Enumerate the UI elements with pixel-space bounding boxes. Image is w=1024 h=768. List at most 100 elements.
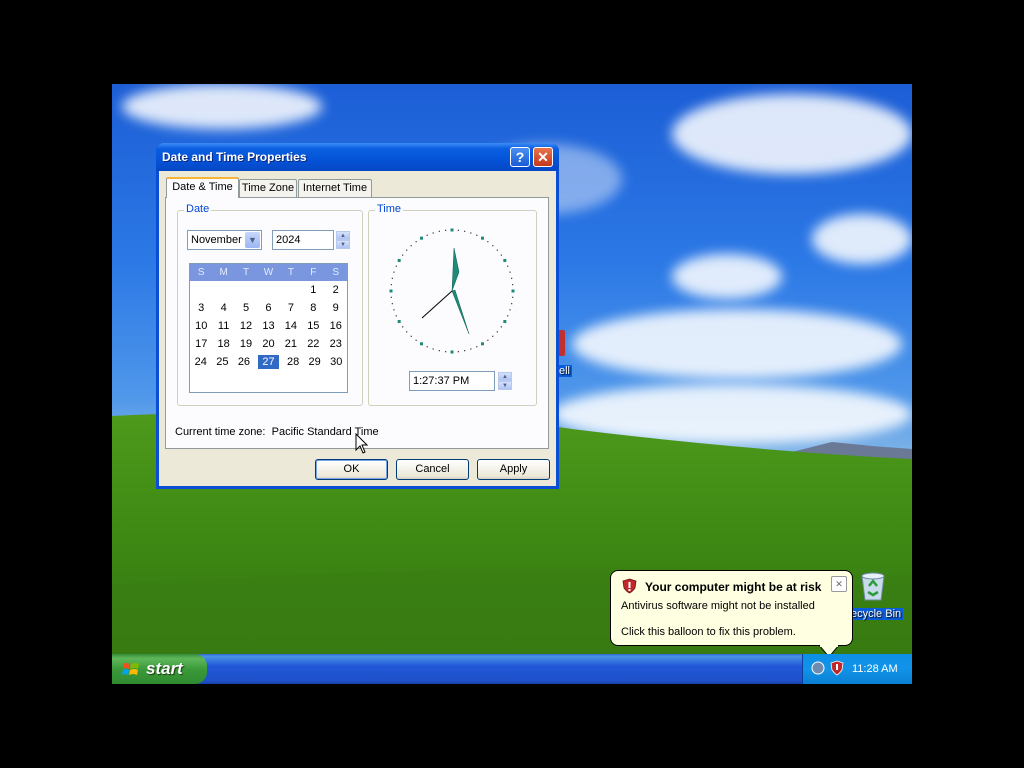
weekday-header: S (197, 267, 205, 278)
clock-minute-tick (445, 229, 447, 231)
desktop: ell ecycle Bin Date and Time Properties … (112, 84, 912, 684)
calendar-day[interactable]: 5 (235, 299, 257, 317)
calendar-day[interactable]: 8 (302, 299, 324, 317)
calendar[interactable]: SMTWTFS 1 2 3 4 5 6 7 8 9 10 11 12 13 14 15 16 17 18 19 20 2… (189, 263, 348, 393)
clock-minute-tick (438, 230, 440, 232)
calendar-day[interactable]: 9 (325, 299, 347, 317)
calendar-empty-cell (235, 281, 257, 299)
shield-warning-icon[interactable] (830, 660, 844, 676)
desktop-icon-label[interactable]: ell (557, 365, 573, 377)
calendar-day[interactable]: 17 (190, 335, 212, 353)
recycle-bin-label[interactable]: ecycle Bin (849, 608, 904, 620)
tab-time-zone[interactable]: Time Zone (239, 179, 297, 197)
calendar-day[interactable]: 18 (212, 335, 234, 353)
calendar-empty-cell (212, 281, 234, 299)
timezone-label: Current time zone: (175, 426, 266, 438)
calendar-day-selected[interactable]: 27 (257, 355, 280, 369)
calendar-week-row: 24 25 26 27 28 29 30 (190, 353, 347, 371)
balloon-title: Your computer might be at risk (645, 580, 822, 594)
recycle-bin-icon[interactable] (858, 570, 888, 602)
calendar-day[interactable]: 10 (190, 317, 212, 335)
cloud (572, 309, 902, 379)
clock-hour-tick (397, 320, 401, 323)
calendar-day[interactable]: 16 (325, 317, 347, 335)
clock-minute-tick (470, 348, 472, 350)
calendar-day[interactable]: 21 (280, 335, 302, 353)
calendar-day[interactable]: 15 (302, 317, 324, 335)
ok-button[interactable]: OK (315, 459, 388, 480)
calendar-day[interactable]: 2 (325, 281, 347, 299)
clock-hour-tick (503, 320, 507, 323)
system-tray: 11:28 AM (802, 654, 912, 684)
network-icon[interactable] (811, 661, 825, 675)
clock-minute-tick (512, 296, 514, 298)
time-spinner[interactable]: ▲ ▼ (498, 372, 512, 390)
tab-internet-time[interactable]: Internet Time (298, 179, 372, 197)
tab-date-time[interactable]: Date & Time (166, 177, 239, 198)
clock-minute-tick (470, 232, 472, 234)
calendar-day[interactable]: 4 (212, 299, 234, 317)
year-spinner[interactable]: ▲ ▼ (336, 231, 350, 249)
clock-minute-tick (512, 284, 514, 286)
start-label: start (146, 659, 183, 678)
taskbar-clock[interactable]: 11:28 AM (852, 663, 898, 675)
calendar-day[interactable]: 29 (304, 353, 326, 371)
start-button[interactable]: start (112, 654, 207, 684)
calendar-day[interactable]: 26 (233, 353, 255, 371)
security-balloon[interactable]: Your computer might be at risk ✕ Antivir… (610, 570, 853, 658)
chevron-down-icon[interactable]: ▼ (245, 232, 260, 248)
calendar-day[interactable]: 12 (235, 317, 257, 335)
clock-minute-tick (438, 350, 440, 352)
calendar-empty-cell (257, 281, 279, 299)
year-input[interactable]: 2024 (272, 230, 334, 250)
calendar-day[interactable]: 22 (302, 335, 324, 353)
clock-minute-tick (406, 331, 408, 333)
calendar-day[interactable]: 23 (325, 335, 347, 353)
clock-hour-tick (481, 236, 484, 240)
apply-button[interactable]: Apply (477, 459, 550, 480)
spin-up-icon[interactable]: ▲ (336, 231, 350, 240)
clock-minute-tick (395, 315, 397, 317)
help-button[interactable]: ? (510, 147, 530, 167)
clock-minute-tick (509, 271, 511, 273)
calendar-day[interactable]: 30 (325, 353, 347, 371)
time-value: 1:27:37 PM (413, 375, 470, 387)
close-button[interactable]: ✕ (533, 147, 553, 167)
spin-down-icon[interactable]: ▼ (498, 381, 512, 390)
month-dropdown[interactable]: November ▼ (187, 230, 262, 250)
time-input[interactable]: 1:27:37 PM (409, 371, 495, 391)
balloon-close-button[interactable]: ✕ (831, 576, 847, 592)
clock-minute-tick (511, 303, 513, 305)
clock-minute-tick (391, 303, 393, 305)
calendar-day[interactable]: 28 (282, 353, 304, 371)
calendar-day[interactable]: 20 (257, 335, 279, 353)
month-value: November (191, 234, 242, 246)
clock-hour-tick (450, 228, 454, 232)
clock-minute-tick (500, 326, 502, 328)
clock-minute-tick (393, 271, 395, 273)
spin-up-icon[interactable]: ▲ (498, 372, 512, 381)
clock-minute-tick (402, 326, 404, 328)
analog-clock (389, 228, 515, 354)
clock-minute-tick (492, 245, 494, 247)
clock-minute-tick (496, 331, 498, 333)
calendar-day[interactable]: 14 (280, 317, 302, 335)
calendar-day[interactable]: 13 (257, 317, 279, 335)
calendar-day[interactable]: 6 (257, 299, 279, 317)
spin-down-icon[interactable]: ▼ (336, 240, 350, 249)
cancel-button[interactable]: Cancel (396, 459, 469, 480)
calendar-day[interactable]: 7 (280, 299, 302, 317)
clock-minute-tick (432, 348, 434, 350)
clock-hour-tick (450, 350, 454, 354)
clock-minute-tick (500, 254, 502, 256)
title-bar[interactable]: Date and Time Properties ? ✕ (156, 143, 559, 171)
calendar-day[interactable]: 11 (212, 317, 234, 335)
calendar-day[interactable]: 25 (212, 353, 234, 371)
calendar-day[interactable]: 24 (190, 353, 212, 371)
calendar-day[interactable]: 3 (190, 299, 212, 317)
clock-minute-tick (391, 277, 393, 279)
clock-minute-tick (415, 339, 417, 341)
calendar-day[interactable]: 19 (235, 335, 257, 353)
clock-minute-tick (509, 309, 511, 311)
calendar-day[interactable]: 1 (302, 281, 324, 299)
